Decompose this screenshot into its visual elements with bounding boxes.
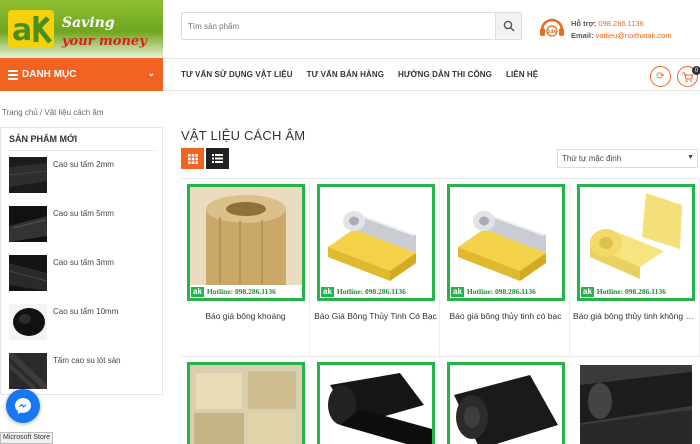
logo-slogan-line2: your money — [62, 34, 147, 49]
product-image[interactable]: ak Hotline: 098.286.1136 — [317, 184, 435, 301]
cart-count-badge: 0 — [692, 66, 700, 75]
nav-link-huong-dan-thi-cong[interactable]: HƯỚNG DẪN THI CÔNG — [398, 70, 492, 79]
product-thumbnail[interactable] — [9, 353, 47, 389]
product-image[interactable] — [577, 362, 695, 444]
refresh-icon: ⟳ — [656, 71, 665, 82]
messenger-icon — [15, 398, 31, 414]
new-products-sidebar: SẢN PHẨM MỚI Cao su tấm 2mm Cao su tấm 5… — [0, 127, 163, 395]
product-card[interactable] — [181, 356, 310, 444]
ak-stamp-mark: ak — [451, 286, 464, 297]
product-thumbnail[interactable] — [9, 255, 47, 291]
sidebar-item-label[interactable]: Cao su tấm 5mm — [53, 209, 114, 218]
nav-link-tu-van-vat-lieu[interactable]: TƯ VẤN SỬ DỤNG VẬT LIỆU — [181, 70, 293, 79]
product-title[interactable]: Báo giá bông khoáng — [181, 311, 310, 321]
product-card[interactable] — [311, 356, 440, 444]
product-image[interactable]: ak Hotline: 098.286.1136 — [447, 184, 565, 301]
ak-stamp-mark: ak — [321, 286, 334, 297]
hotline-label: Hỗ trợ: — [571, 19, 597, 28]
hotline-stamp-text: Hotline: 098.286.1136 — [336, 287, 406, 296]
email-label: Email: — [571, 31, 594, 40]
logo-slogan-line1: Saving — [62, 15, 115, 31]
product-title[interactable]: Báo giá bông thủy tinh có bạc — [441, 311, 570, 321]
hotline-stamp: ak Hotline: 098.286.1136 — [190, 285, 302, 298]
hotline-value[interactable]: 098.286.1136 — [598, 19, 643, 28]
search-icon — [503, 20, 515, 32]
ak-stamp-mark: ak — [581, 286, 594, 297]
product-title[interactable]: Báo Giá Bông Thủy Tinh Có Bạc — [311, 311, 440, 321]
hotline-stamp: ak Hotline: 098.286.1136 — [450, 285, 562, 298]
hotline-stamp-text: Hotline: 098.286.1136 — [206, 287, 276, 296]
product-card[interactable] — [441, 356, 570, 444]
search-input[interactable] — [182, 13, 496, 39]
list-view-icon — [212, 154, 223, 163]
support-info: Hỗ trợ: 098.286.1136 Email: vatlieu@noit… — [571, 18, 672, 42]
category-menu-button[interactable]: DANH MỤC ⌄ — [0, 58, 163, 91]
compare-button[interactable]: ⟳ — [650, 66, 671, 87]
microsoft-store-tooltip: Microsoft Store — [0, 432, 54, 444]
sidebar-product-item[interactable]: Cao su tấm 2mm — [9, 157, 159, 197]
search-box — [181, 12, 522, 40]
ak-stamp-mark: ak — [191, 286, 204, 297]
chevron-down-icon: ⌄ — [147, 68, 155, 78]
divider — [9, 150, 155, 151]
page-title: VẬT LIỆU CÁCH ÂM — [181, 128, 306, 143]
sidebar-item-label[interactable]: Cao su tấm 10mm — [53, 307, 118, 316]
category-menu-label: DANH MỤC — [22, 69, 77, 80]
breadcrumb[interactable]: Trang chủ / Vật liệu cách âm — [2, 108, 104, 117]
email-value[interactable]: vatlieu@noithatak.com — [596, 31, 672, 40]
logo[interactable]: a Saving your money — [0, 0, 163, 58]
product-thumbnail[interactable] — [9, 206, 47, 242]
messenger-chat-button[interactable] — [6, 389, 40, 423]
product-image[interactable] — [187, 362, 305, 444]
grid-view-icon — [187, 153, 198, 164]
hotline-stamp-text: Hotline: 098.286.1136 — [596, 287, 666, 296]
product-card[interactable] — [571, 356, 700, 444]
ak-logo-icon: a — [8, 10, 54, 48]
product-image[interactable] — [447, 362, 565, 444]
product-card[interactable]: ak Hotline: 098.286.1136 Báo giá bông th… — [441, 178, 570, 356]
sidebar-product-item[interactable]: Cao su tấm 10mm — [9, 304, 159, 344]
product-image[interactable]: ak Hotline: 098.286.1136 — [187, 184, 305, 301]
sidebar-product-item[interactable]: Cao su tấm 3mm — [9, 255, 159, 295]
hotline-stamp: ak Hotline: 098.286.1136 — [580, 285, 692, 298]
sidebar-title: SẢN PHẨM MỚI — [9, 134, 78, 144]
nav-link-lien-he[interactable]: LIÊN HỆ — [506, 70, 538, 79]
list-view-button[interactable] — [206, 148, 229, 169]
sidebar-item-label[interactable]: Cao su tấm 3mm — [53, 258, 114, 267]
sidebar-product-item[interactable]: Cao su tấm 5mm — [9, 206, 159, 246]
product-title[interactable]: Báo giá bông thủy tinh không bạc — [571, 311, 700, 321]
sidebar-item-label[interactable]: Tấm cao su lót sàn — [53, 356, 121, 365]
sidebar-item-label[interactable]: Cao su tấm 2mm — [53, 160, 114, 169]
cart-icon — [682, 71, 693, 82]
nav-link-tu-van-ban-hang[interactable]: TƯ VẤN BÁN HÀNG — [307, 70, 384, 79]
product-image[interactable] — [317, 362, 435, 444]
hotline-stamp-text: Hotline: 098.286.1136 — [466, 287, 536, 296]
product-image[interactable]: ak Hotline: 098.286.1136 — [577, 184, 695, 301]
product-card[interactable]: ak Hotline: 098.286.1136 Báo Giá Bông Th… — [311, 178, 440, 356]
svg-text:a: a — [12, 13, 32, 48]
hamburger-icon — [8, 68, 18, 82]
search-button[interactable] — [495, 13, 521, 39]
sidebar-product-item[interactable]: Tấm cao su lót sàn — [9, 353, 159, 393]
caret-down-icon: ▼ — [687, 154, 694, 161]
headset-support-icon: 24h — [540, 18, 564, 37]
svg-text:24h: 24h — [547, 29, 556, 35]
main-nav: TƯ VẤN SỬ DỤNG VẬT LIỆU TƯ VẤN BÁN HÀNG … — [181, 58, 552, 91]
product-card[interactable]: ak Hotline: 098.286.1136 Báo giá bông th… — [571, 178, 700, 356]
product-thumbnail[interactable] — [9, 304, 47, 340]
site-header: a Saving your money 24h Hỗ trợ: 098.286.… — [0, 0, 700, 58]
grid-view-button[interactable] — [181, 148, 204, 169]
hotline-stamp: ak Hotline: 098.286.1136 — [320, 285, 432, 298]
product-thumbnail[interactable] — [9, 157, 47, 193]
sort-select[interactable]: Thứ tự mặc định ▼ — [557, 149, 698, 168]
product-card[interactable]: ak Hotline: 098.286.1136 Báo giá bông kh… — [181, 178, 310, 356]
sort-selected-value: Thứ tự mặc định — [562, 154, 622, 163]
